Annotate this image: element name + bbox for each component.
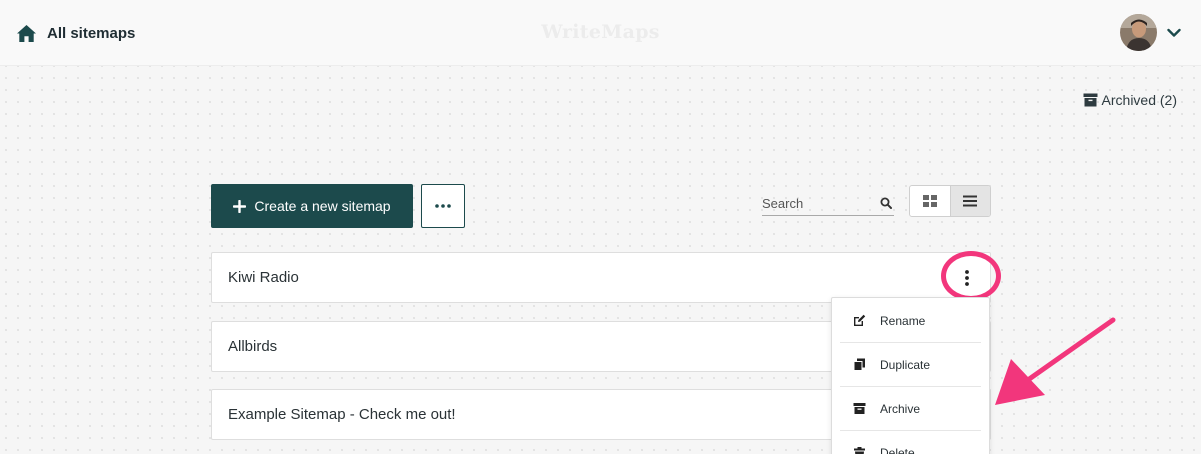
- menu-item-delete[interactable]: Delete: [840, 431, 981, 454]
- list-icon: [963, 195, 978, 207]
- search-icon[interactable]: [880, 197, 892, 209]
- archived-label: Archived (2): [1101, 92, 1177, 108]
- sitemap-title: Allbirds: [228, 338, 278, 355]
- sitemap-row[interactable]: Kiwi Radio: [211, 252, 991, 303]
- more-horizontal-icon: [435, 204, 451, 208]
- view-toggle: [909, 185, 991, 217]
- list-view-button[interactable]: [949, 186, 990, 216]
- menu-item-archive[interactable]: Archive: [840, 387, 981, 431]
- menu-item-label: Duplicate: [880, 357, 931, 372]
- avatar[interactable]: [1120, 14, 1157, 51]
- menu-item-label: Archive: [880, 401, 921, 416]
- trash-icon: [853, 446, 866, 454]
- plus-icon: [233, 199, 247, 213]
- search-input[interactable]: [762, 192, 874, 214]
- more-options-button[interactable]: [421, 184, 465, 228]
- sitemap-title: Example Sitemap - Check me out!: [228, 406, 456, 423]
- brand-logo: WriteMaps: [541, 21, 660, 43]
- user-menu[interactable]: [1120, 14, 1181, 51]
- sitemap-context-menu: Rename Duplicate Archive Delete: [831, 297, 990, 454]
- top-navbar: All sitemaps WriteMaps: [0, 0, 1201, 66]
- menu-item-label: Delete: [880, 446, 915, 454]
- more-vertical-icon[interactable]: [960, 268, 974, 288]
- menu-item-label: Rename: [880, 313, 926, 328]
- create-sitemap-button[interactable]: Create a new sitemap: [211, 184, 413, 228]
- copy-icon: [853, 358, 866, 371]
- search-box: [762, 192, 894, 216]
- grid-icon: [922, 195, 937, 207]
- arrow-annotation: [995, 317, 1116, 405]
- archive-icon: [853, 402, 866, 415]
- edit-icon: [853, 314, 866, 327]
- menu-item-rename[interactable]: Rename: [840, 299, 981, 343]
- menu-item-duplicate[interactable]: Duplicate: [840, 343, 981, 387]
- archive-icon: [1083, 93, 1098, 107]
- chevron-down-icon[interactable]: [1167, 28, 1181, 38]
- sitemap-title: Kiwi Radio: [228, 269, 299, 286]
- create-sitemap-label: Create a new sitemap: [254, 198, 391, 214]
- grid-view-button[interactable]: [910, 186, 950, 216]
- archived-link[interactable]: Archived (2): [1083, 92, 1177, 108]
